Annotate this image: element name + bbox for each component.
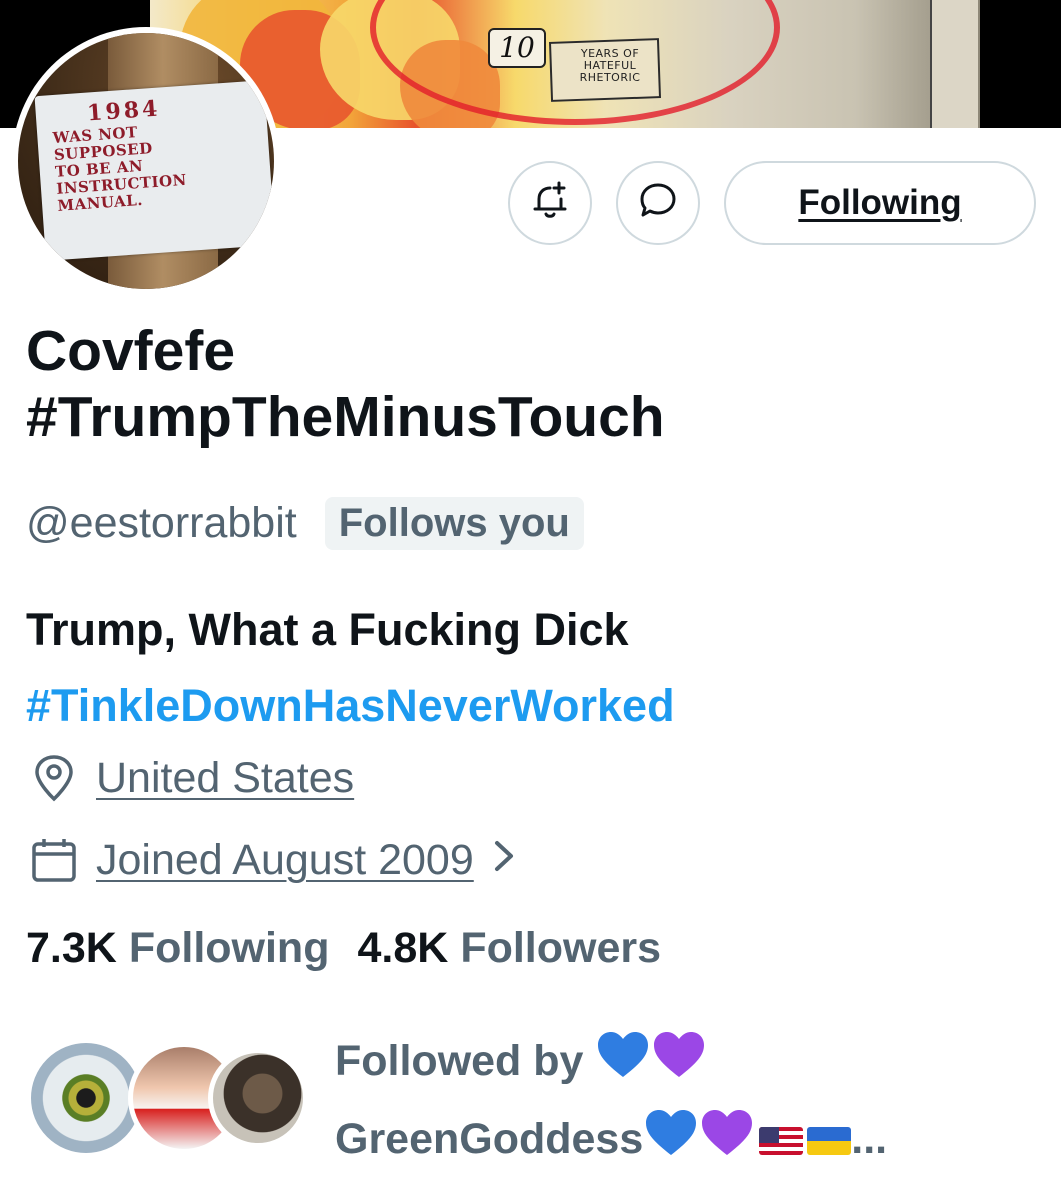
bell-plus-icon [528,179,572,227]
followed-by-prefix: Followed by [335,1037,584,1085]
calendar-icon [26,832,82,888]
following-count: 7.3K [26,924,117,972]
avatar-sign-text: 1984 WAS NOT SUPPOSED TO BE AN INSTRUCTI… [50,88,257,214]
ellipsis: ... [851,1115,888,1163]
profile-avatar[interactable]: 1984 WAS NOT SUPPOSED TO BE AN INSTRUCTI… [12,27,280,295]
purple-heart-icon [651,1029,707,1103]
ukraine-flag-icon [807,1127,852,1155]
message-button[interactable] [616,161,700,245]
followers-label: Followers [460,924,662,972]
location-link[interactable]: United States [96,754,354,803]
display-name-line2: #TrumpTheMinusTouch [26,385,665,449]
follows-you-badge: Follows you [324,496,584,550]
user-handle: @eestorrabbit [26,498,297,547]
followers-stat[interactable]: 4.8K Followers [357,924,661,973]
display-name: Covfefe #TrumpTheMinusTouch [26,318,1026,450]
us-flag-icon [759,1127,804,1155]
blue-heart-icon [643,1107,699,1181]
follow-stats: 7.3K Following 4.8K Followers [26,924,661,973]
profile-bio: Trump, What a Fucking Dick #TinkleDownHa… [26,592,1026,744]
avatar-image: 1984 WAS NOT SUPPOSED TO BE AN INSTRUCTI… [18,33,274,289]
followed-by-line1: Followed by [335,1025,1035,1103]
mutual-avatar[interactable] [208,1048,308,1148]
location-row: United States [26,750,354,806]
handle-row: @eestorrabbit Follows you [26,492,584,554]
followed-by-line2: GreenGoddess ... [335,1103,1035,1181]
following-stat[interactable]: 7.3K Following [26,924,329,973]
chevron-right-icon [492,836,516,885]
display-name-line1: Covfefe [26,319,236,383]
banner-sign-text: YEARS OF HATEFUL RHETORIC [579,47,641,84]
mutual-name: GreenGoddess [335,1115,644,1163]
banner-edge [930,0,978,128]
joined-row[interactable]: Joined August 2009 [26,832,516,888]
followers-count: 4.8K [357,924,449,972]
purple-heart-icon [699,1107,755,1181]
followed-by-text[interactable]: Followed by GreenGoddess ... [335,1025,1035,1181]
joined-date[interactable]: Joined August 2009 [96,836,474,885]
message-icon [636,179,680,227]
following-button[interactable]: Following [724,161,1036,245]
notifications-button[interactable] [508,161,592,245]
blue-heart-icon [595,1029,651,1103]
location-pin-icon [26,750,82,806]
bio-text: Trump, What a Fucking Dick [26,604,629,655]
following-label: Following [128,924,330,972]
banner-number: 10 [488,28,546,68]
bio-hashtag-link[interactable]: #TinkleDownHasNeverWorked [26,668,1026,744]
